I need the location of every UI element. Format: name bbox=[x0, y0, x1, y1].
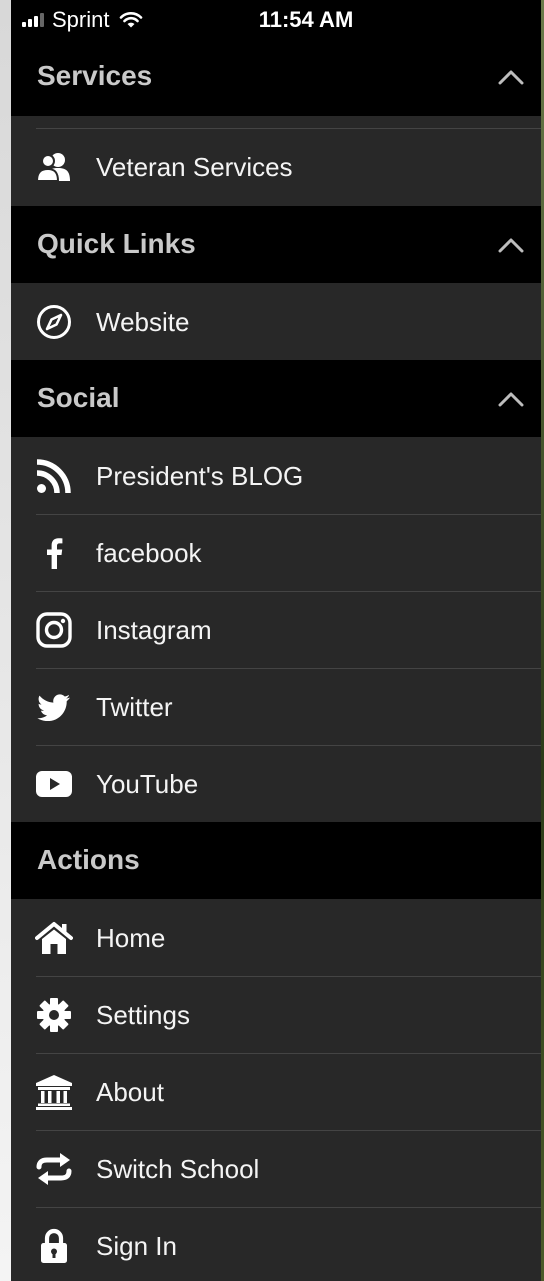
divider bbox=[36, 745, 541, 746]
divider bbox=[36, 668, 541, 669]
status-bar: Sprint 11:54 AM bbox=[11, 0, 541, 40]
divider bbox=[36, 976, 541, 977]
menu-item-label: Settings bbox=[96, 1000, 190, 1030]
chevron-up-icon[interactable] bbox=[497, 232, 525, 260]
chevron-up-icon[interactable] bbox=[497, 64, 525, 92]
menu-item-label: Website bbox=[96, 307, 190, 337]
users-icon bbox=[35, 148, 73, 186]
switch-icon bbox=[35, 1150, 73, 1188]
background-left-edge bbox=[0, 0, 11, 1281]
lock-icon bbox=[35, 1227, 73, 1265]
divider bbox=[36, 591, 541, 592]
section-header-services[interactable]: Services bbox=[11, 40, 541, 116]
home-icon bbox=[35, 919, 73, 957]
divider bbox=[36, 1130, 541, 1131]
menu-item-label: Instagram bbox=[96, 615, 212, 645]
menu-item-label: Twitter bbox=[96, 692, 173, 722]
section-title: Quick Links bbox=[37, 228, 196, 259]
menu-item-home[interactable]: Home bbox=[11, 899, 541, 976]
menu-item-twitter[interactable]: Twitter bbox=[11, 668, 541, 745]
menu-item-label: About bbox=[96, 1077, 164, 1107]
section-title: Actions bbox=[37, 844, 140, 875]
menu-item-veteran-services[interactable]: Veteran Services bbox=[11, 116, 541, 206]
menu-item-youtube[interactable]: YouTube bbox=[11, 745, 541, 822]
youtube-icon bbox=[35, 765, 73, 803]
instagram-icon bbox=[35, 611, 73, 649]
menu-item-facebook[interactable]: facebook bbox=[11, 514, 541, 591]
menu-item-instagram[interactable]: Instagram bbox=[11, 591, 541, 668]
menu-item-label: Home bbox=[96, 923, 166, 953]
twitter-icon bbox=[35, 688, 73, 726]
rss-icon bbox=[35, 457, 73, 495]
menu-item-presidents-blog[interactable]: President's BLOG bbox=[11, 437, 541, 514]
menu-item-label: President's BLOG bbox=[96, 461, 304, 491]
chevron-up-icon[interactable] bbox=[497, 386, 525, 414]
section-header-quick-links[interactable]: Quick Links bbox=[11, 206, 541, 283]
facebook-icon bbox=[35, 534, 73, 572]
section-title: Services bbox=[37, 60, 153, 91]
section-header-actions: Actions bbox=[11, 822, 541, 899]
institution-icon bbox=[35, 1073, 73, 1111]
menu-item-label: Switch School bbox=[96, 1154, 260, 1184]
divider bbox=[36, 128, 541, 129]
menu-item-label: facebook bbox=[96, 538, 202, 568]
menu-item-label: Sign In bbox=[96, 1231, 177, 1261]
side-menu: Sprint 11:54 AM Services Veteran Service bbox=[11, 0, 541, 1281]
menu-item-sign-in[interactable]: Sign In bbox=[11, 1207, 541, 1281]
menu-item-settings[interactable]: Settings bbox=[11, 976, 541, 1053]
menu-item-about[interactable]: About bbox=[11, 1053, 541, 1130]
gear-icon bbox=[35, 996, 73, 1034]
menu-item-label: YouTube bbox=[96, 769, 199, 799]
compass-icon bbox=[35, 303, 73, 341]
status-time: 11:54 AM bbox=[258, 7, 354, 32]
divider bbox=[36, 1053, 541, 1054]
section-header-social[interactable]: Social bbox=[11, 360, 541, 437]
divider bbox=[36, 514, 541, 515]
menu-item-website[interactable]: Website bbox=[11, 283, 541, 360]
section-title: Social bbox=[37, 382, 120, 413]
menu-item-switch-school[interactable]: Switch School bbox=[11, 1130, 541, 1207]
divider bbox=[36, 1207, 541, 1208]
menu-item-label: Veteran Services bbox=[96, 152, 293, 182]
